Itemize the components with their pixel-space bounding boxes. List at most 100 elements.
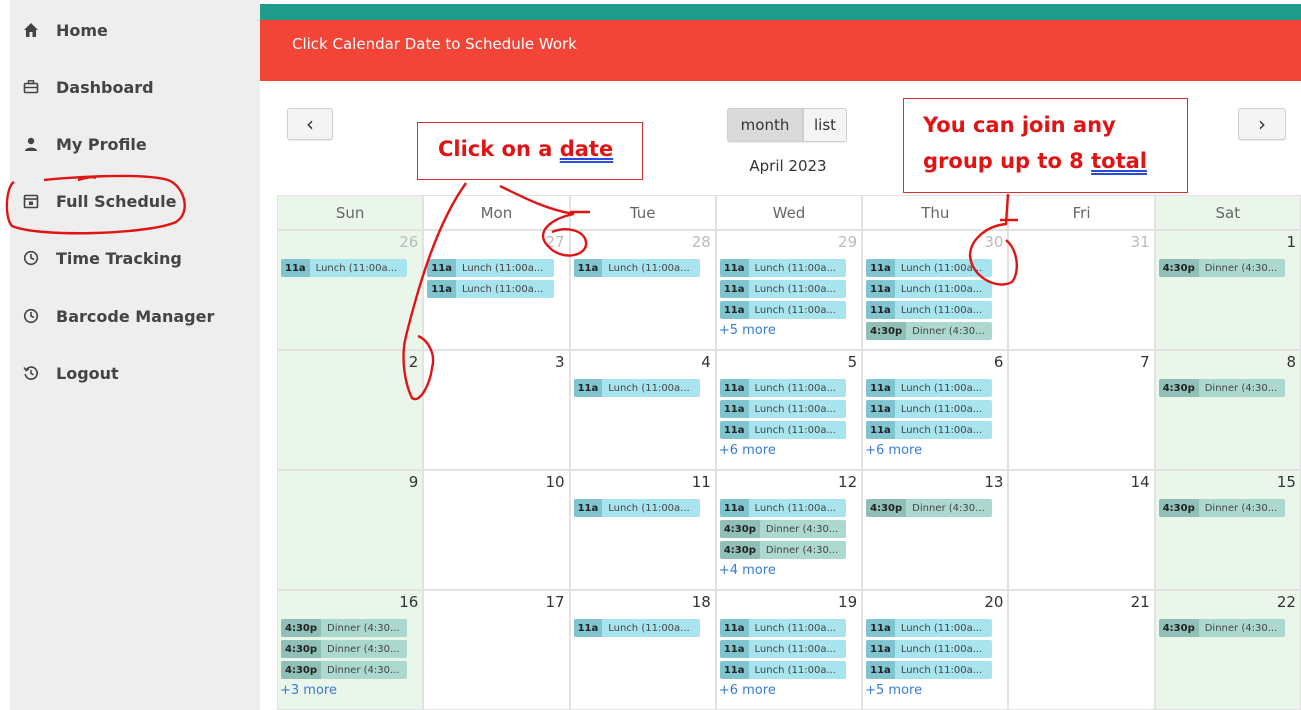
day-number[interactable]: 14 bbox=[1131, 473, 1150, 491]
calendar-event[interactable]: 4:30p Dinner (4:30... bbox=[866, 499, 993, 517]
calendar-event[interactable]: 11a Lunch (11:00a... bbox=[719, 499, 847, 517]
day-cell[interactable]: 2 bbox=[277, 350, 424, 470]
calendar-event[interactable]: 11a Lunch (11:00a... bbox=[719, 400, 847, 418]
day-number[interactable]: 8 bbox=[1286, 353, 1296, 371]
more-events-link[interactable]: +6 more bbox=[719, 443, 776, 458]
prev-month-button[interactable]: ‹ bbox=[287, 108, 333, 140]
day-number[interactable]: 30 bbox=[984, 233, 1003, 251]
sidebar-item-logout[interactable]: Logout bbox=[10, 353, 260, 393]
calendar-event[interactable]: 4:30p Dinner (4:30... bbox=[281, 661, 408, 679]
calendar-event[interactable]: 4:30p Dinner (4:30... bbox=[1158, 379, 1285, 397]
day-cell[interactable]: 18 11a Lunch (11:00a... bbox=[569, 590, 716, 710]
day-number[interactable]: 29 bbox=[838, 233, 857, 251]
day-cell[interactable]: 21 bbox=[1008, 590, 1155, 710]
day-cell[interactable]: 14 bbox=[1008, 470, 1155, 590]
day-number[interactable]: 5 bbox=[848, 353, 858, 371]
day-cell[interactable]: 11 11a Lunch (11:00a... bbox=[569, 470, 716, 590]
sidebar-item-time-tracking[interactable]: Time Tracking bbox=[10, 238, 260, 278]
sidebar-item-dashboard[interactable]: Dashboard bbox=[10, 67, 260, 107]
day-cell[interactable]: 3 bbox=[423, 350, 570, 470]
calendar-event[interactable]: 11a Lunch (11:00a... bbox=[866, 259, 993, 277]
day-cell[interactable]: 30 11a Lunch (11:00a... 11a Lunch (11:00a...… bbox=[862, 230, 1009, 350]
day-cell[interactable]: 22 4:30p Dinner (4:30... bbox=[1154, 590, 1301, 710]
day-number[interactable]: 2 bbox=[409, 353, 419, 371]
day-number[interactable]: 31 bbox=[1131, 233, 1150, 251]
calendar-event[interactable]: 11a Lunch (11:00a... bbox=[573, 259, 700, 277]
calendar-event[interactable]: 11a Lunch (11:00a... bbox=[719, 421, 847, 439]
day-number[interactable]: 4 bbox=[701, 353, 711, 371]
calendar-event[interactable]: 4:30p Dinner (4:30... bbox=[281, 619, 408, 637]
day-cell[interactable]: 20 11a Lunch (11:00a... 11a Lunch (11:00a...… bbox=[862, 590, 1009, 710]
day-number[interactable]: 21 bbox=[1131, 593, 1150, 611]
day-number[interactable]: 12 bbox=[838, 473, 857, 491]
list-view-button[interactable]: list bbox=[803, 108, 847, 142]
more-events-link[interactable]: +6 more bbox=[865, 443, 922, 458]
day-number[interactable]: 22 bbox=[1277, 593, 1296, 611]
calendar-event[interactable]: 11a Lunch (11:00a... bbox=[866, 379, 993, 397]
day-cell[interactable]: 10 bbox=[423, 470, 570, 590]
calendar-event[interactable]: 4:30p Dinner (4:30... bbox=[1158, 619, 1285, 637]
day-cell[interactable]: 8 4:30p Dinner (4:30... bbox=[1154, 350, 1301, 470]
day-cell[interactable]: 31 bbox=[1008, 230, 1155, 350]
day-number[interactable]: 1 bbox=[1286, 233, 1296, 251]
calendar-event[interactable]: 11a Lunch (11:00a... bbox=[866, 400, 993, 418]
day-number[interactable]: 17 bbox=[545, 593, 564, 611]
sidebar-item-home[interactable]: Home bbox=[10, 10, 260, 50]
calendar-event[interactable]: 11a Lunch (11:00a... bbox=[573, 619, 700, 637]
day-number[interactable]: 9 bbox=[409, 473, 419, 491]
calendar-event[interactable]: 4:30p Dinner (4:30... bbox=[1158, 259, 1285, 277]
calendar-event[interactable]: 11a Lunch (11:00a... bbox=[719, 640, 847, 658]
day-number[interactable]: 26 bbox=[399, 233, 418, 251]
more-events-link[interactable]: +5 more bbox=[719, 323, 776, 338]
sidebar-item-full-schedule[interactable]: Full Schedule bbox=[10, 181, 260, 221]
calendar-event[interactable]: 11a Lunch (11:00a... bbox=[719, 661, 847, 679]
day-cell[interactable]: 19 11a Lunch (11:00a... 11a Lunch (11:00a...… bbox=[715, 590, 863, 710]
day-number[interactable]: 27 bbox=[545, 233, 564, 251]
day-cell[interactable]: 17 bbox=[423, 590, 570, 710]
day-number[interactable]: 28 bbox=[692, 233, 711, 251]
day-number[interactable]: 13 bbox=[984, 473, 1003, 491]
calendar-event[interactable]: 11a Lunch (11:00a... bbox=[719, 379, 847, 397]
calendar-event[interactable]: 11a Lunch (11:00a... bbox=[281, 259, 408, 277]
calendar-event[interactable]: 11a Lunch (11:00a... bbox=[719, 619, 847, 637]
day-number[interactable]: 18 bbox=[692, 593, 711, 611]
calendar-event[interactable]: 4:30p Dinner (4:30... bbox=[719, 541, 847, 559]
day-cell[interactable]: 12 11a Lunch (11:00a... 4:30p Dinner (4:30..… bbox=[715, 470, 863, 590]
calendar-event[interactable]: 11a Lunch (11:00a... bbox=[866, 640, 993, 658]
day-cell[interactable]: 1 4:30p Dinner (4:30... bbox=[1154, 230, 1301, 350]
more-events-link[interactable]: +6 more bbox=[719, 683, 776, 698]
day-number[interactable]: 11 bbox=[692, 473, 711, 491]
day-number[interactable]: 3 bbox=[555, 353, 565, 371]
day-number[interactable]: 10 bbox=[545, 473, 564, 491]
calendar-event[interactable]: 11a Lunch (11:00a... bbox=[866, 301, 993, 319]
day-cell[interactable]: 13 4:30p Dinner (4:30... bbox=[862, 470, 1009, 590]
day-cell[interactable]: 27 11a Lunch (11:00a... 11a Lunch (11:00a... bbox=[423, 230, 570, 350]
day-number[interactable]: 6 bbox=[994, 353, 1004, 371]
calendar-event[interactable]: 11a Lunch (11:00a... bbox=[866, 280, 993, 298]
day-cell[interactable]: 29 11a Lunch (11:00a... 11a Lunch (11:00a...… bbox=[715, 230, 863, 350]
calendar-event[interactable]: 11a Lunch (11:00a... bbox=[866, 619, 993, 637]
more-events-link[interactable]: +4 more bbox=[719, 563, 776, 578]
day-cell[interactable]: 28 11a Lunch (11:00a... bbox=[569, 230, 716, 350]
calendar-event[interactable]: 11a Lunch (11:00a... bbox=[719, 280, 847, 298]
calendar-event[interactable]: 11a Lunch (11:00a... bbox=[573, 499, 700, 517]
day-number[interactable]: 16 bbox=[399, 593, 418, 611]
calendar-event[interactable]: 11a Lunch (11:00a... bbox=[719, 301, 847, 319]
more-events-link[interactable]: +5 more bbox=[865, 683, 922, 698]
day-cell[interactable]: 6 11a Lunch (11:00a... 11a Lunch (11:00a... 1… bbox=[862, 350, 1009, 470]
calendar-event[interactable]: 11a Lunch (11:00a... bbox=[866, 661, 993, 679]
calendar-event[interactable]: 11a Lunch (11:00a... bbox=[427, 280, 554, 298]
more-events-link[interactable]: +3 more bbox=[280, 683, 337, 698]
day-cell[interactable]: 15 4:30p Dinner (4:30... bbox=[1154, 470, 1301, 590]
calendar-event[interactable]: 4:30p Dinner (4:30... bbox=[281, 640, 408, 658]
day-cell[interactable]: 7 bbox=[1008, 350, 1155, 470]
calendar-event[interactable]: 11a Lunch (11:00a... bbox=[719, 259, 847, 277]
day-cell[interactable]: 16 4:30p Dinner (4:30... 4:30p Dinner (4:30.… bbox=[277, 590, 424, 710]
day-number[interactable]: 19 bbox=[838, 593, 857, 611]
calendar-event[interactable]: 4:30p Dinner (4:30... bbox=[719, 520, 847, 538]
day-number[interactable]: 20 bbox=[984, 593, 1003, 611]
day-cell[interactable]: 9 bbox=[277, 470, 424, 590]
day-cell[interactable]: 4 11a Lunch (11:00a... bbox=[569, 350, 716, 470]
next-month-button[interactable]: › bbox=[1238, 108, 1286, 140]
day-number[interactable]: 7 bbox=[1140, 353, 1150, 371]
